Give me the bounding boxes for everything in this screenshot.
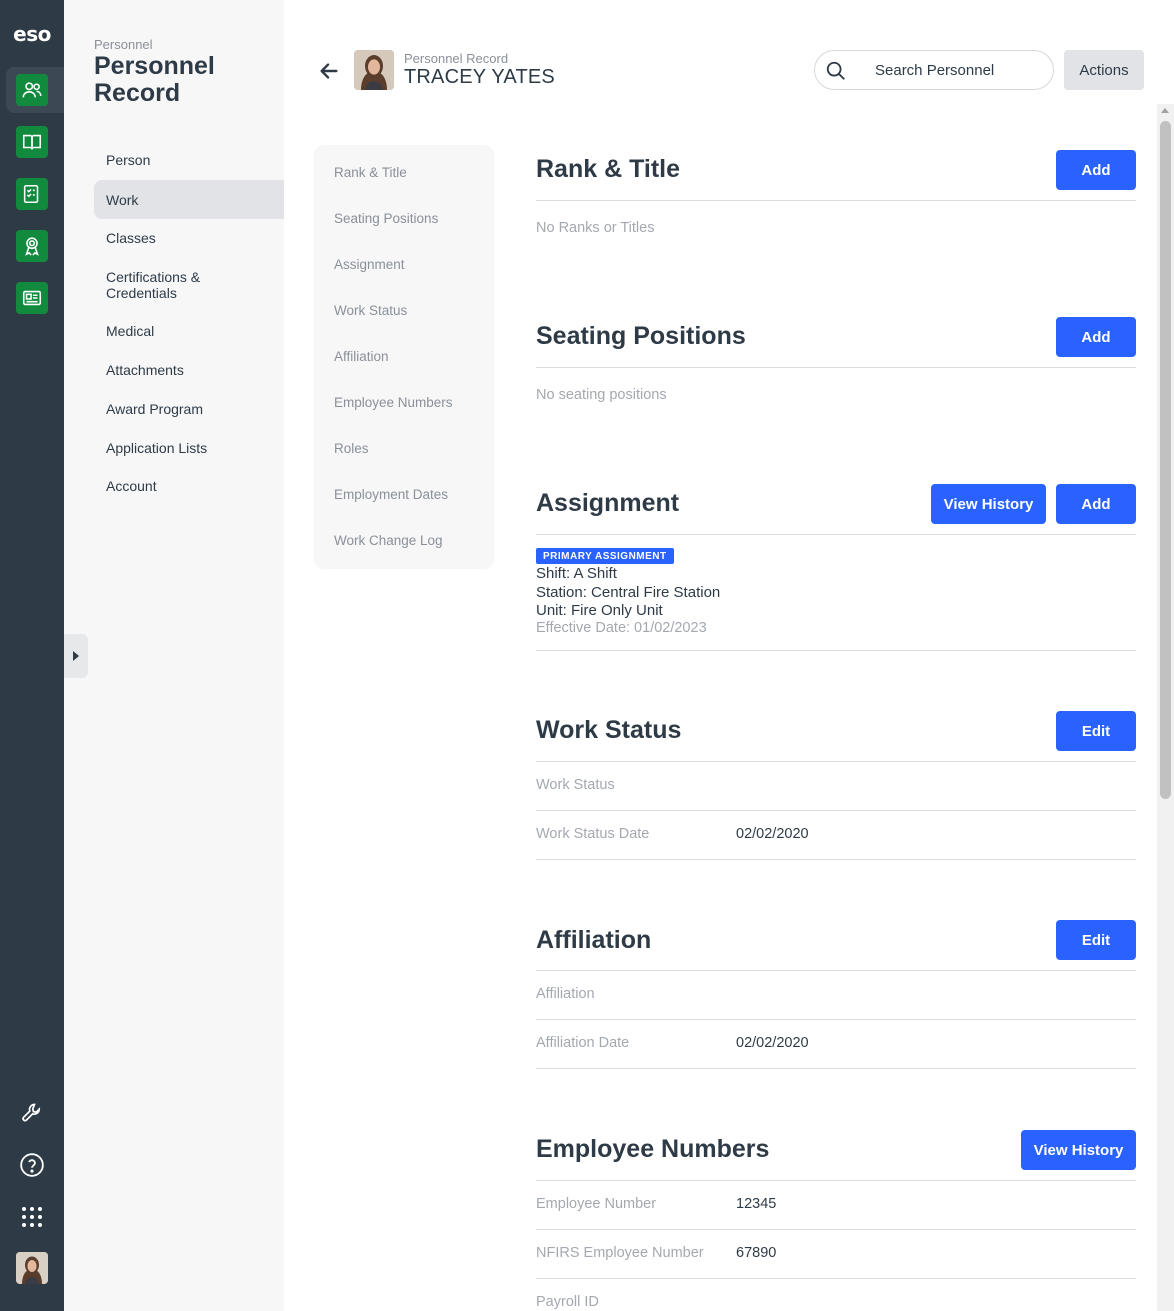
- assignment-effective-date: Effective Date: 01/02/2023: [536, 620, 707, 636]
- divider: [536, 970, 1136, 971]
- assignment-view-history-button[interactable]: View History: [931, 484, 1046, 524]
- help-icon[interactable]: [16, 1149, 48, 1181]
- wrench-icon[interactable]: [16, 1097, 48, 1129]
- affiliation-date-label: Affiliation Date: [536, 1035, 630, 1051]
- assignment-heading: Assignment: [536, 489, 680, 517]
- nav-breadcrumb[interactable]: Personnel: [94, 37, 153, 52]
- nav-item-work[interactable]: Work: [94, 180, 284, 219]
- search-icon: [825, 60, 847, 82]
- rank-title-empty-text: No Ranks or Titles: [536, 220, 655, 236]
- rank-title-heading: Rank & Title: [536, 155, 681, 183]
- divider: [536, 650, 1136, 651]
- toc-roles[interactable]: Roles: [334, 441, 369, 456]
- divider: [536, 1180, 1136, 1181]
- scroll-up-arrow-icon[interactable]: [1161, 108, 1169, 113]
- search-personnel-input[interactable]: Search Personnel: [814, 50, 1054, 90]
- nav-item-medical[interactable]: Medical: [94, 323, 284, 339]
- toc-employee-numbers[interactable]: Employee Numbers: [334, 395, 453, 410]
- actions-button[interactable]: Actions: [1064, 50, 1144, 90]
- assignment-station: Station: Central Fire Station: [536, 584, 721, 601]
- back-arrow-icon[interactable]: [318, 60, 340, 82]
- work-status-heading: Work Status: [536, 716, 682, 744]
- employee-numbers-heading: Employee Numbers: [536, 1135, 770, 1163]
- assignment-add-button[interactable]: Add: [1056, 484, 1136, 524]
- book-icon[interactable]: [16, 126, 48, 158]
- affiliation-date-value: 02/02/2020: [736, 1035, 809, 1051]
- divider: [536, 859, 1136, 860]
- nav-item-application-lists[interactable]: Application Lists: [94, 440, 284, 456]
- assignment-shift: Shift: A Shift: [536, 565, 617, 582]
- work-status-date-value: 02/02/2020: [736, 826, 809, 842]
- user-avatar[interactable]: [16, 1252, 48, 1284]
- toc-work-status[interactable]: Work Status: [334, 303, 407, 318]
- divider: [536, 1068, 1136, 1069]
- apps-grid-icon[interactable]: [16, 1201, 48, 1233]
- divider: [536, 810, 1136, 811]
- toc-assignment[interactable]: Assignment: [334, 257, 405, 272]
- nav-title: Personnel Record: [94, 52, 215, 107]
- toc-rank-title[interactable]: Rank & Title: [334, 165, 407, 180]
- seating-positions-heading: Seating Positions: [536, 322, 746, 350]
- divider: [536, 367, 1136, 368]
- nfirs-employee-number-value: 67890: [736, 1245, 777, 1261]
- primary-assignment-badge: PRIMARY ASSIGNMENT: [536, 548, 674, 564]
- employee-number-label: Employee Number: [536, 1196, 657, 1212]
- divider: [536, 200, 1136, 201]
- divider: [536, 761, 1136, 762]
- nav-item-account[interactable]: Account: [94, 478, 284, 494]
- divider: [536, 1019, 1136, 1020]
- nav-item-label: Work: [106, 191, 139, 208]
- divider: [536, 1229, 1136, 1230]
- expand-nav-button[interactable]: [64, 634, 88, 678]
- toc-affiliation[interactable]: Affiliation: [334, 349, 389, 364]
- app-rail: eso: [0, 0, 64, 1311]
- award-icon[interactable]: [16, 230, 48, 262]
- caret-right-icon: [73, 651, 79, 661]
- divider: [536, 1278, 1136, 1279]
- header-breadcrumb: Personnel Record: [404, 51, 509, 66]
- affiliation-label: Affiliation: [536, 986, 595, 1002]
- nav-item-classes[interactable]: Classes: [94, 230, 284, 246]
- newspaper-icon[interactable]: [16, 282, 48, 314]
- affiliation-edit-button[interactable]: Edit: [1056, 920, 1136, 960]
- affiliation-heading: Affiliation: [536, 926, 652, 954]
- section-index: Rank & Title Seating Positions Assignmen…: [314, 145, 494, 569]
- employee-numbers-view-history-button[interactable]: View History: [1021, 1130, 1136, 1170]
- work-status-label: Work Status: [536, 777, 615, 793]
- checklist-icon[interactable]: [16, 178, 48, 210]
- nav-item-award-program[interactable]: Award Program: [94, 401, 284, 417]
- toc-employment-dates[interactable]: Employment Dates: [334, 487, 448, 502]
- scrollbar-thumb[interactable]: [1160, 121, 1171, 799]
- work-status-edit-button[interactable]: Edit: [1056, 711, 1136, 751]
- toc-work-change-log[interactable]: Work Change Log: [334, 533, 443, 548]
- nfirs-employee-number-label: NFIRS Employee Number: [536, 1245, 704, 1261]
- search-placeholder: Search Personnel: [875, 62, 995, 79]
- seating-positions-empty-text: No seating positions: [536, 387, 667, 403]
- toc-seating-positions[interactable]: Seating Positions: [334, 211, 438, 226]
- people-icon[interactable]: [16, 74, 48, 106]
- assignment-unit: Unit: Fire Only Unit: [536, 602, 663, 619]
- secondary-nav: Personnel Personnel Record Person Work C…: [64, 0, 284, 1311]
- person-avatar: [354, 50, 394, 90]
- nav-item-certifications[interactable]: Certifications & Credentials: [94, 269, 224, 301]
- nav-item-attachments[interactable]: Attachments: [94, 362, 284, 378]
- person-name: TRACEY YATES: [404, 66, 555, 88]
- work-status-date-label: Work Status Date: [536, 826, 650, 842]
- payroll-id-label: Payroll ID: [536, 1294, 599, 1310]
- eso-logo[interactable]: eso: [0, 22, 64, 46]
- divider: [536, 534, 1136, 535]
- employee-number-value: 12345: [736, 1196, 777, 1212]
- rank-title-add-button[interactable]: Add: [1056, 150, 1136, 190]
- nav-item-person[interactable]: Person: [94, 152, 284, 168]
- seating-positions-add-button[interactable]: Add: [1056, 317, 1136, 357]
